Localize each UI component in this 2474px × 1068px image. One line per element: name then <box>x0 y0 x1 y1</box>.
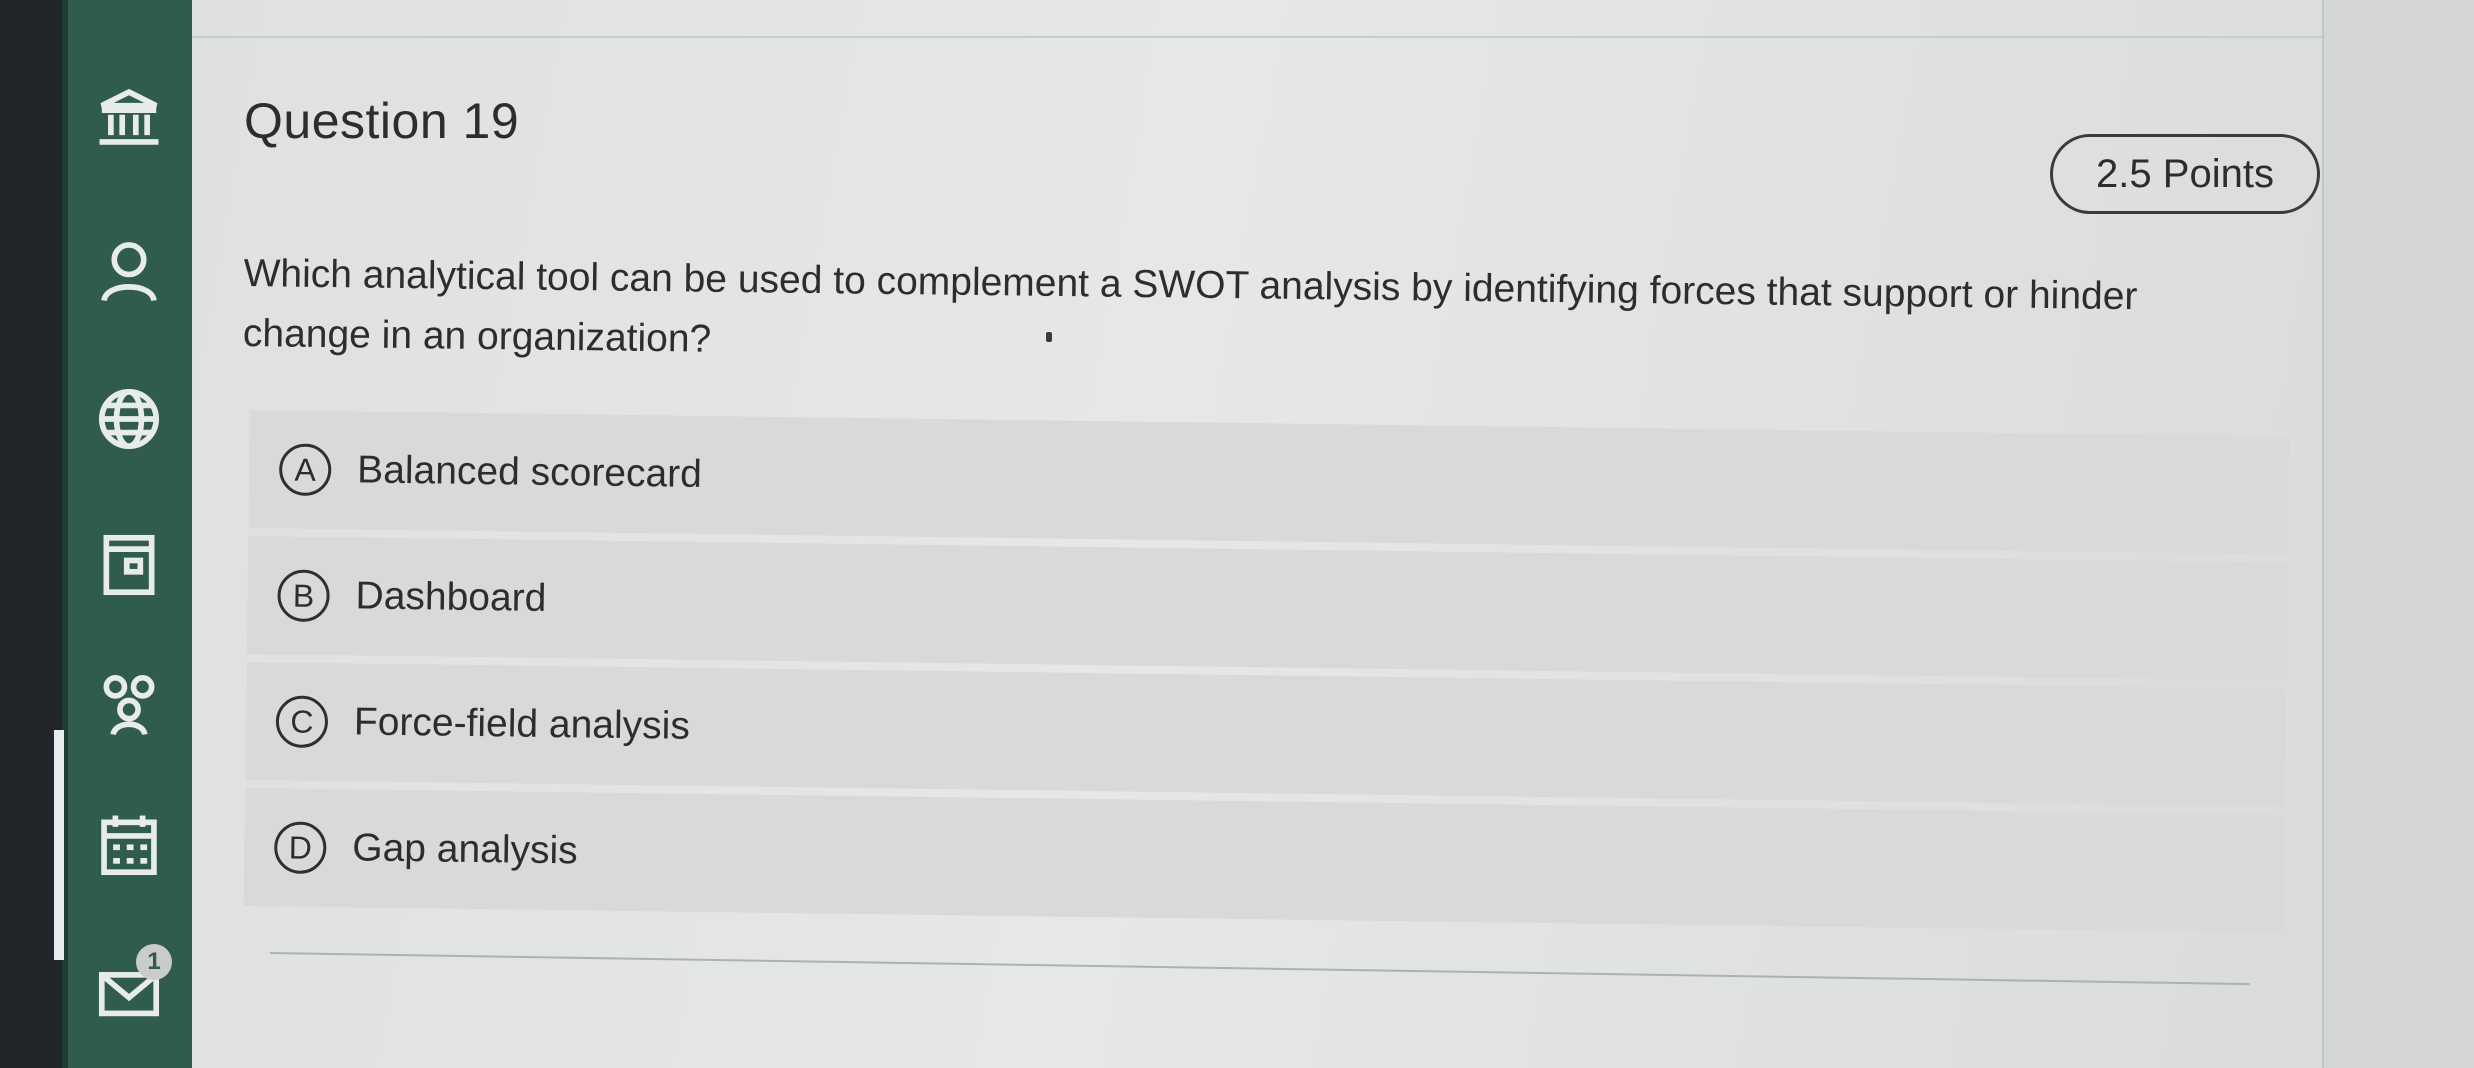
option-label: Dashboard <box>355 574 547 620</box>
institution-icon <box>99 88 159 145</box>
mouse-cursor <box>1046 332 1052 342</box>
points-badge: 2.5 Points <box>2050 134 2320 214</box>
question-prompt: Which analytical tool can be used to com… <box>242 251 2138 361</box>
user-icon <box>101 242 157 302</box>
sidebar-item-globe[interactable] <box>84 374 174 464</box>
option-label: Force-field analysis <box>353 700 691 748</box>
top-divider <box>192 0 2330 38</box>
option-d[interactable]: D Gap analysis <box>243 787 2285 933</box>
globe-icon <box>98 388 160 450</box>
group-icon <box>103 674 155 736</box>
option-label: Balanced scorecard <box>356 448 703 496</box>
sidebar-nav: 1 <box>54 0 192 1068</box>
sidebar-item-institution[interactable] <box>84 72 174 162</box>
option-letter: D <box>273 821 327 875</box>
sidebar-item-messages[interactable]: 1 <box>84 944 174 1038</box>
option-a[interactable]: A Balanced scorecard <box>248 410 2290 555</box>
calendar-icon <box>101 815 157 876</box>
option-letter: B <box>277 569 330 623</box>
question-title: Question 19 <box>244 93 520 149</box>
sidebar-item-profile[interactable] <box>84 226 174 316</box>
right-panel-edge <box>2322 0 2474 1068</box>
sidebar-item-documents[interactable] <box>84 520 174 610</box>
option-b[interactable]: B Dashboard <box>246 535 2289 681</box>
sidebar-item-calendar[interactable] <box>54 730 174 960</box>
screen-bezel <box>0 0 62 1068</box>
answer-options: A Balanced scorecard B Dashboard C Force… <box>243 410 2290 941</box>
option-letter: A <box>278 443 332 497</box>
option-c[interactable]: C Force-field analysis <box>245 661 2287 807</box>
option-label: Gap analysis <box>351 826 578 873</box>
document-icon <box>103 534 155 596</box>
notification-badge: 1 <box>136 944 172 980</box>
option-letter: C <box>275 695 329 749</box>
sidebar-item-groups[interactable] <box>84 660 174 750</box>
